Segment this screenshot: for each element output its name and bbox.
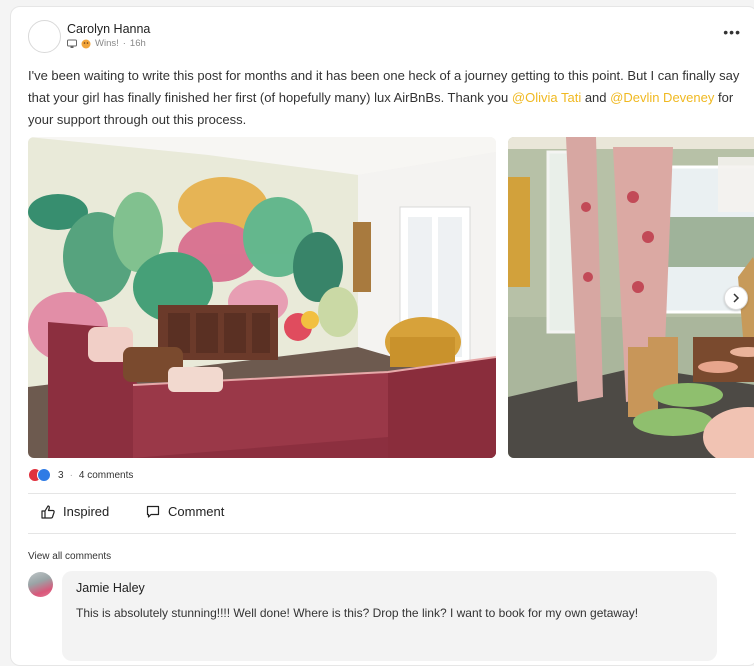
- speech-bubble-icon: [146, 505, 160, 518]
- post-text-part2: and: [581, 90, 611, 105]
- meta-separator: ·: [122, 38, 126, 49]
- living-room-photo: [28, 137, 496, 458]
- post-time: 16h: [129, 38, 146, 49]
- inspired-button[interactable]: Inspired: [41, 504, 109, 519]
- view-all-comments-link[interactable]: View all comments: [28, 551, 111, 562]
- comment-text: This is absolutely stunning!!!! Well don…: [76, 606, 639, 620]
- reactions-summary[interactable]: 3 · 4 comments: [28, 468, 133, 482]
- divider-top: [28, 493, 736, 494]
- thumbs-up-icon: [41, 504, 55, 519]
- post-meta: Wins! · 16h: [67, 38, 146, 49]
- stats-separator: ·: [69, 469, 73, 481]
- category-emoji-icon: [81, 39, 91, 48]
- post-category[interactable]: Wins!: [95, 38, 119, 49]
- mention-devlin-deveney[interactable]: @Devlin Deveney: [610, 90, 714, 105]
- comment-button[interactable]: Comment: [146, 504, 224, 519]
- divider-bottom: [28, 533, 736, 534]
- reaction-count[interactable]: 3: [58, 470, 64, 481]
- post-image-dining-room[interactable]: [508, 137, 754, 458]
- comments-count[interactable]: 4 comments: [79, 470, 133, 481]
- inspired-label: Inspired: [63, 504, 110, 519]
- comment-bubble: Jamie Haley This is absolutely stunning!…: [62, 571, 717, 661]
- reaction-icons: [28, 468, 52, 482]
- chevron-right-icon: [733, 293, 740, 303]
- monitor-icon: [67, 39, 77, 48]
- commenter-name[interactable]: Jamie Haley: [76, 581, 703, 595]
- post-image-living-room[interactable]: [28, 137, 496, 458]
- post-body: I've been waiting to write this post for…: [28, 65, 748, 131]
- mention-olivia-tati[interactable]: @Olivia Tati: [512, 90, 581, 105]
- like-reaction-icon: [37, 468, 51, 482]
- post-card: Carolyn Hanna Wins! · 16h ••• I've been …: [10, 6, 754, 666]
- dining-room-photo: [508, 137, 754, 458]
- comment-label: Comment: [168, 504, 225, 519]
- commenter-avatar[interactable]: [28, 572, 53, 597]
- next-image-button[interactable]: [724, 286, 748, 310]
- more-horizontal-icon: •••: [723, 24, 741, 40]
- more-options-button[interactable]: •••: [723, 24, 741, 40]
- author-avatar[interactable]: [28, 20, 61, 53]
- author-name[interactable]: Carolyn Hanna: [67, 22, 150, 36]
